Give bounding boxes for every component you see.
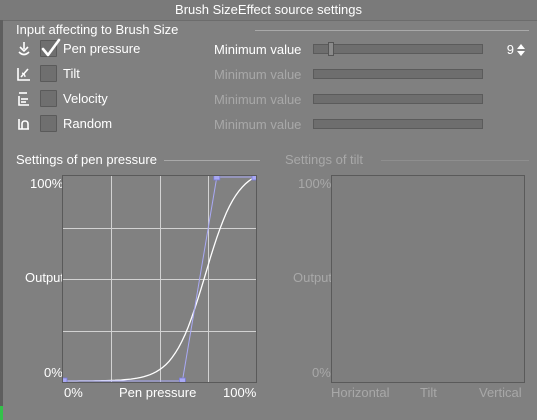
window-edge-marker [0, 406, 3, 420]
tilt-y-mid-label: Output [293, 270, 333, 285]
pressure-x-left-label: 0% [64, 385, 83, 400]
pressure-y-mid-label: Output [25, 270, 65, 285]
pen-pressure-min-slider[interactable] [313, 44, 483, 54]
tilt-graph-label: Settings of tilt [285, 152, 364, 167]
random-min-label: Minimum value [214, 117, 302, 132]
pressure-control-point-3[interactable] [251, 176, 256, 181]
pen-pressure-min-slider-thumb[interactable] [327, 42, 334, 56]
tilt-x-mid-label: Tilt [420, 385, 437, 400]
tilt-curve-graph [331, 175, 525, 383]
pressure-y-top-label: 100% [30, 176, 64, 191]
tilt-x-right-label: Vertical [479, 385, 522, 400]
random-min-slider[interactable] [313, 119, 483, 129]
pressure-control-point-0[interactable] [63, 377, 68, 382]
tilt-min-slider[interactable] [313, 69, 483, 79]
pen-pressure-label: Pen pressure [63, 41, 141, 56]
input-section-rule [255, 30, 529, 31]
pressure-graph-grid [63, 176, 256, 382]
tilt-y-bottom-label: 0% [312, 365, 331, 380]
pressure-y-bottom-label: 0% [44, 365, 63, 380]
random-checkbox[interactable] [40, 115, 57, 132]
dialog-title: Brush SizeEffect source settings [0, 0, 537, 21]
pen-pressure-min-label: Minimum value [214, 42, 302, 57]
tilt-graph-rule [381, 160, 529, 161]
velocity-min-slider[interactable] [313, 94, 483, 104]
spin-up-icon [517, 44, 525, 49]
velocity-min-label: Minimum value [214, 92, 302, 107]
tilt-min-label: Minimum value [214, 67, 302, 82]
pressure-control-point-1[interactable] [179, 377, 186, 382]
tilt-x-left-label: Horizontal [331, 385, 390, 400]
window-left-edge [0, 20, 3, 420]
input-section-label: Input affecting to Brush Size [16, 22, 179, 37]
tilt-y-top-label: 100% [298, 176, 332, 191]
pressure-x-mid-label: Pen pressure [119, 385, 197, 400]
tilt-label: Tilt [63, 66, 80, 81]
pen-pressure-min-spinner[interactable] [516, 43, 526, 57]
checkmark-icon [41, 38, 61, 57]
random-icon [16, 116, 32, 132]
pressure-curve-graph[interactable] [62, 175, 257, 383]
spin-down-icon [517, 51, 525, 56]
tilt-checkbox[interactable] [40, 65, 57, 82]
pen-pressure-icon [16, 41, 32, 57]
tilt-icon [16, 66, 32, 82]
velocity-checkbox[interactable] [40, 90, 57, 107]
velocity-label: Velocity [63, 91, 108, 106]
velocity-icon [16, 91, 32, 107]
pressure-graph-label: Settings of pen pressure [16, 152, 157, 167]
pressure-graph-rule [164, 160, 260, 161]
pressure-x-right-label: 100% [223, 385, 257, 400]
pen-pressure-min-value: 9 [506, 42, 514, 57]
random-label: Random [63, 116, 113, 131]
pressure-control-point-2[interactable] [213, 176, 221, 181]
pen-pressure-checkbox[interactable] [40, 38, 61, 57]
